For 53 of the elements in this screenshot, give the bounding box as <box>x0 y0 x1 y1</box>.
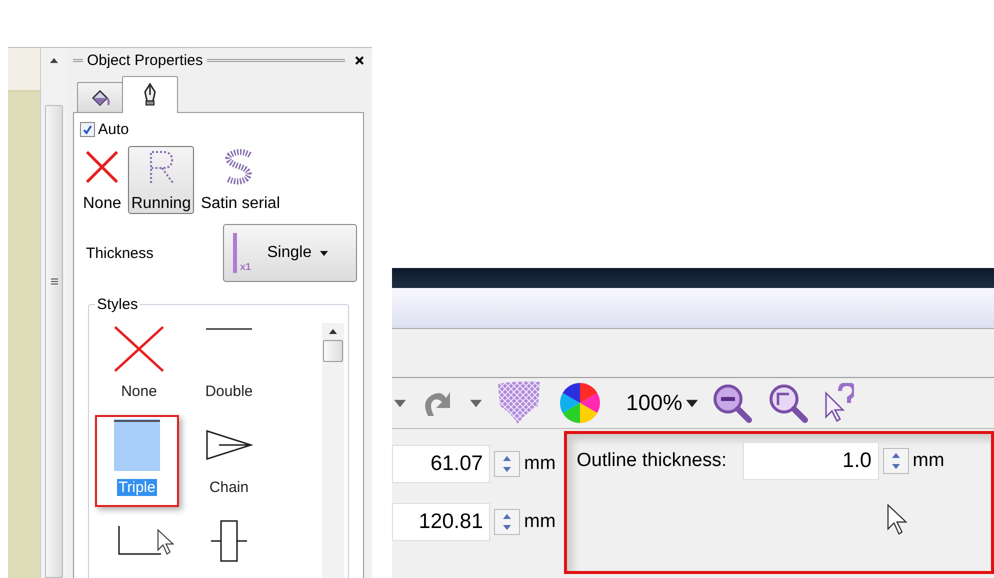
help-pointer-icon[interactable] <box>824 383 854 423</box>
color-wheel-icon[interactable] <box>558 381 602 425</box>
caret-icon[interactable] <box>686 399 698 407</box>
up-arrow-icon[interactable] <box>892 453 900 458</box>
scroll-up-icon[interactable] <box>50 58 58 63</box>
pen-nib-icon <box>142 83 158 107</box>
outline-type-button[interactable]: None <box>80 146 124 214</box>
line-icon <box>114 419 160 423</box>
chain-stitch-icon <box>205 429 253 461</box>
mouse-pointer-icon <box>886 504 909 536</box>
unit-label: mm <box>524 511 556 533</box>
outline-type-button[interactable]: Satin serial <box>198 146 284 214</box>
box-stitch-icon <box>209 519 249 563</box>
zoom-dropdown[interactable]: 100% <box>626 390 682 416</box>
spin-buttons[interactable] <box>882 448 909 474</box>
mouse-pointer-icon <box>157 529 175 555</box>
number-field[interactable]: 61.07 <box>392 445 490 483</box>
style-item[interactable]: None <box>95 319 183 411</box>
outline-thickness-label: Outline thickness: <box>576 450 727 472</box>
unit-label: mm <box>912 450 944 472</box>
corner-line-icon <box>117 526 161 556</box>
outline-thickness-field[interactable]: 1.0 <box>742 442 879 480</box>
thickness-label: Thickness <box>86 244 154 262</box>
scroll-up-icon[interactable] <box>329 329 337 334</box>
spin-buttons[interactable] <box>494 509 520 535</box>
down-arrow-icon[interactable] <box>892 464 900 469</box>
auto-checkbox[interactable] <box>80 122 95 137</box>
auto-label: Auto <box>98 121 129 138</box>
styles-title: Styles <box>96 296 139 313</box>
unit-label: mm <box>524 453 556 475</box>
up-arrow-icon[interactable] <box>503 514 511 519</box>
number-field[interactable]: 120.81 <box>392 503 490 541</box>
zoom-out-icon[interactable] <box>712 383 752 423</box>
thickness-dropdown[interactable]: x1 Single <box>223 224 357 282</box>
style-item[interactable]: Double <box>185 319 273 411</box>
grip-icon <box>50 278 58 285</box>
panel-title: Object Properties <box>87 52 203 69</box>
style-item[interactable]: Chain <box>185 415 273 507</box>
zoom-fit-icon[interactable] <box>768 383 808 423</box>
close-icon[interactable] <box>355 56 364 65</box>
tab[interactable] <box>122 76 178 113</box>
cross-icon <box>113 325 165 373</box>
scrollbar[interactable] <box>322 323 344 578</box>
up-arrow-icon[interactable] <box>503 456 511 461</box>
tab[interactable] <box>77 82 123 112</box>
spin-buttons[interactable] <box>494 451 520 477</box>
caret-icon <box>320 250 328 256</box>
line-icon <box>206 327 252 331</box>
down-arrow-icon[interactable] <box>503 525 511 530</box>
scroll-thumb[interactable] <box>323 340 343 362</box>
outline-type-button[interactable]: Running <box>128 146 194 214</box>
cross-icon <box>84 149 120 185</box>
down-arrow-icon[interactable] <box>503 467 511 472</box>
